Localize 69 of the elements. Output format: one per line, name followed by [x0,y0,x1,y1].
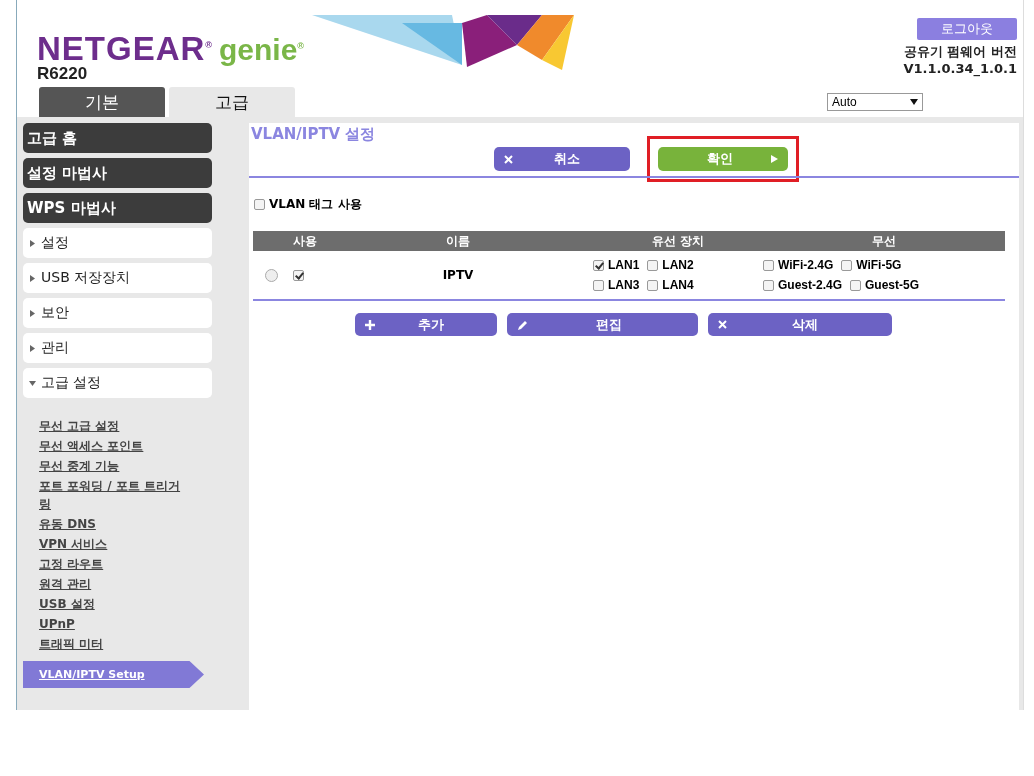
close-icon [718,320,727,329]
model-name: R6220 [37,65,89,83]
checkbox-label: LAN3 [608,277,640,294]
sidebar-link[interactable]: 무선 액세스 포인트 [39,437,189,455]
sidebar-link[interactable]: UPnP [39,615,189,633]
caret-icon [910,99,918,105]
tab[interactable]: 고급 [169,87,295,117]
sidebar-link[interactable]: 고정 라우트 [39,555,189,573]
sidebar-item[interactable]: 고급 설정 [23,368,212,398]
checkbox-label: WiFi-2.4G [778,257,834,274]
close-icon [504,154,513,164]
column-header: 유선 장치 [650,232,706,250]
triangle-icon [29,344,36,352]
checkbox-label: WiFi-5G [856,257,902,274]
action-button[interactable]: 추가 [355,313,497,336]
checkbox[interactable] [763,279,774,291]
product-logo: genie$^{®}$ [219,32,304,65]
sidebar-link[interactable]: 무선 고급 설정 [39,417,189,435]
sidebar-link[interactable]: 트래픽 미터 [39,635,189,653]
sidebar-link[interactable]: 유동 DNS [39,515,189,533]
sidebar-link[interactable]: 무선 중계 기능 [39,457,189,475]
checkbox[interactable] [593,259,604,271]
checkbox[interactable] [850,279,862,291]
sidebar-item[interactable]: 관리 [23,333,212,363]
sidebar-item[interactable]: 설정 [23,228,212,258]
checkbox[interactable] [254,199,265,210]
sidebar-link[interactable]: 포트 포워딩 / 포트 트리거링 [39,477,189,513]
action-button[interactable]: 삭제 [708,313,892,336]
sidebar-item[interactable]: 보안 [23,298,212,328]
checkbox-label: LAN1 [608,257,640,274]
sidebar-link[interactable]: USB 설정 [39,595,189,613]
checkbox-label: LAN4 [662,277,694,294]
firmware-version: V1.1.0.34_1.0.1 [903,60,1017,77]
plus-icon [365,319,375,330]
action-button[interactable]: 편집 [507,313,698,336]
checkbox-label: LAN2 [662,257,694,274]
tab[interactable]: 기본 [39,87,165,117]
checkbox[interactable] [593,279,604,291]
triangle-icon [29,379,36,387]
sidebar-link[interactable]: VLAN/IPTV Setup [23,661,204,688]
checkbox[interactable] [647,259,659,271]
sidebar-item[interactable]: USB 저장장치 [23,263,212,293]
triangle-icon [29,309,36,317]
checkbox-label: VLAN 태그 사용 [269,196,362,213]
firmware-label: 공유기 펌웨어 버전 [903,43,1017,60]
table-cell-text: IPTV [441,268,475,282]
language-select[interactable]: Auto [827,93,923,111]
sidebar-item[interactable]: WPS 마법사 [23,193,212,223]
triangle-icon [771,155,778,163]
checkbox[interactable] [763,259,774,271]
sidebar-item[interactable]: 설정 마법사 [23,158,212,188]
checkbox-label: Guest-2.4G [778,277,843,294]
column-header: 사용 [293,232,318,250]
column-header: 무선 [871,232,897,250]
sidebar-link[interactable]: 원격 관리 [39,575,189,593]
checkbox[interactable] [841,259,853,271]
triangle-icon [29,274,36,282]
page-title: VLAN/IPTV 설정 [250,124,376,144]
checkbox[interactable] [647,279,659,291]
sidebar-item[interactable]: 고급 홈 [23,123,212,153]
radio-button[interactable] [265,268,278,282]
checkbox-label: Guest-5G [865,277,920,294]
triangle-icon [29,239,36,247]
pencil-icon [517,318,529,331]
column-header: 이름 [445,232,471,250]
form-button[interactable]: 취소 [494,147,630,171]
sidebar-link[interactable]: VPN 서비스 [39,535,189,553]
checkbox[interactable] [293,269,304,281]
brand-logo: NETGEAR$^{®}$ [37,30,213,64]
